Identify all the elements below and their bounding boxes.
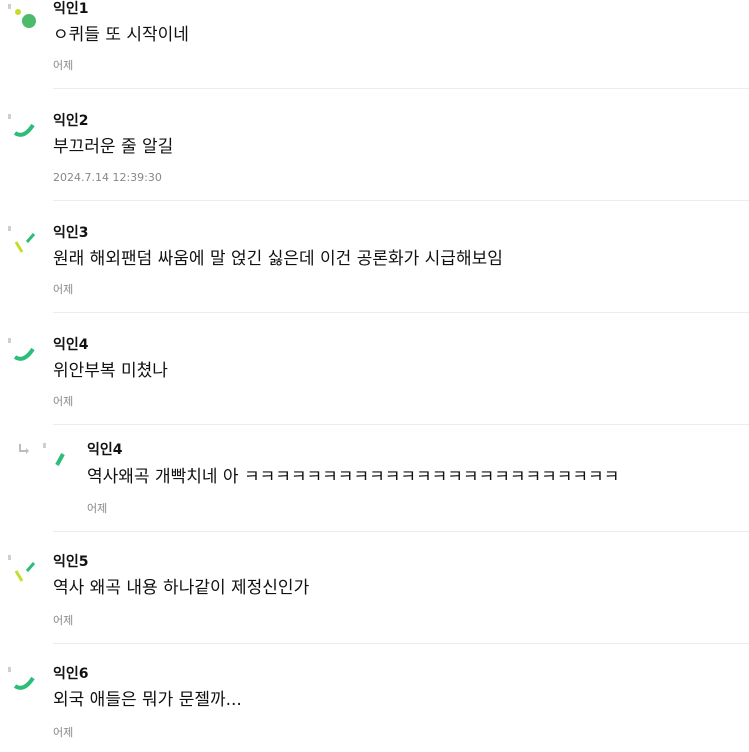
slash-avatar-icon xyxy=(8,226,36,253)
comment-author[interactable]: 익인1 xyxy=(53,0,89,18)
comment-text: 부끄러운 줄 알길 xyxy=(53,137,174,157)
comment-item: 익인4 위안부복 미쳤나 어제 xyxy=(0,336,749,425)
comment-item: 익인3 원래 해외팬덤 싸움에 말 얹긴 싫은데 이건 공론화가 시급해보임 어… xyxy=(0,224,749,313)
comment-item: 익인5 역사 왜곡 내용 하나같이 제정신인가 어제 xyxy=(0,553,749,644)
comment-text: ㅇ퀴들 또 시작이네 xyxy=(53,25,189,45)
slash-avatar-icon xyxy=(8,555,36,582)
comment-text: 외국 애들은 뭐가 문젤까... xyxy=(53,690,242,710)
comment-time: 2024.7.14 12:39:30 xyxy=(53,171,162,184)
arc-avatar-icon xyxy=(8,667,35,690)
comment-divider xyxy=(53,424,749,425)
comment-item: 익인1 ㅇ퀴들 또 시작이네 어제 xyxy=(0,0,749,89)
comment-author[interactable]: 익인4 xyxy=(53,336,89,354)
arc-avatar-icon xyxy=(8,114,35,137)
comment-time: 어제 xyxy=(53,395,74,408)
comment-text: 원래 해외팬덤 싸움에 말 얹긴 싫은데 이건 공론화가 시급해보임 xyxy=(53,249,503,269)
comment-divider xyxy=(53,531,749,532)
bar-avatar-icon xyxy=(43,443,65,466)
comment-author[interactable]: 익인3 xyxy=(53,224,89,242)
comment-divider xyxy=(53,88,749,89)
comment-text: 역사왜곡 개빡치네 아 ㅋㅋㅋㅋㅋㅋㅋㅋㅋㅋㅋㅋㅋㅋㅋㅋㅋㅋㅋㅋㅋㅋㅋㅋ xyxy=(87,467,620,487)
comment-divider xyxy=(53,200,749,201)
arc-avatar-icon xyxy=(8,338,35,361)
comment-divider xyxy=(53,312,749,313)
dots-avatar-icon xyxy=(8,4,36,28)
comment-item: 익인2 부끄러운 줄 알길 2024.7.14 12:39:30 xyxy=(0,112,749,201)
reply-item: 익인4 역사왜곡 개빡치네 아 ㅋㅋㅋㅋㅋㅋㅋㅋㅋㅋㅋㅋㅋㅋㅋㅋㅋㅋㅋㅋㅋㅋㅋㅋ… xyxy=(0,441,749,532)
comment-author[interactable]: 익인5 xyxy=(53,553,89,571)
comment-time: 어제 xyxy=(53,59,74,72)
comment-divider xyxy=(53,643,749,644)
comment-time: 어제 xyxy=(53,614,74,627)
comment-author[interactable]: 익인6 xyxy=(53,665,89,683)
comment-time: 어제 xyxy=(53,726,74,739)
reply-arrow-icon xyxy=(19,444,29,454)
comment-author[interactable]: 익인4 xyxy=(87,441,123,459)
comment-text: 위안부복 미쳤나 xyxy=(53,361,168,381)
comment-item: 익인6 외국 애들은 뭐가 문젤까... 어제 xyxy=(0,665,749,752)
comment-author[interactable]: 익인2 xyxy=(53,112,89,130)
comment-time: 어제 xyxy=(87,502,108,515)
comment-time: 어제 xyxy=(53,283,74,296)
comment-text: 역사 왜곡 내용 하나같이 제정신인가 xyxy=(53,578,310,598)
